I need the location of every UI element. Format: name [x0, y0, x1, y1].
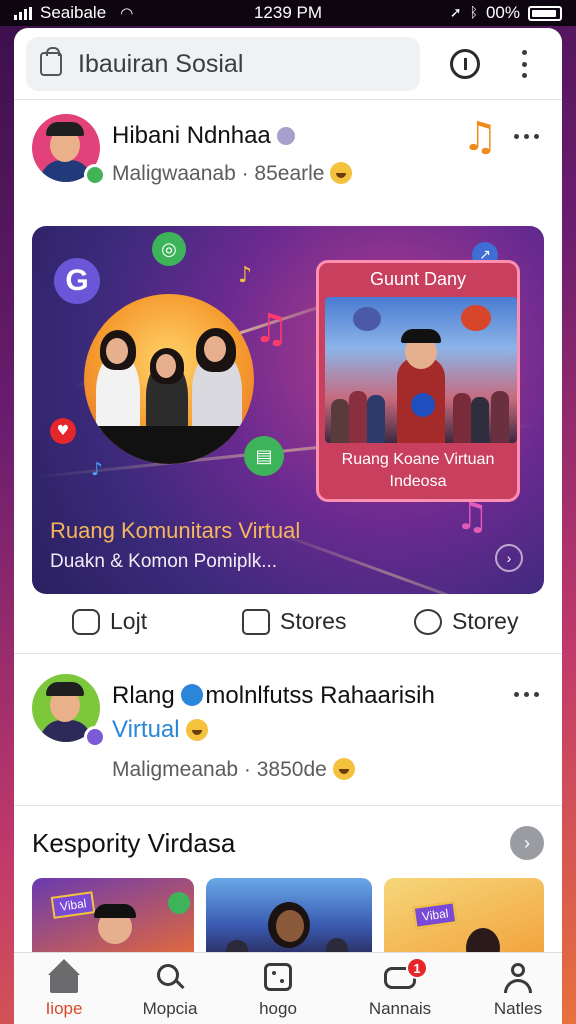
hero-title: Ruang Komunitars Virtual: [50, 518, 301, 543]
signal-icon: [14, 6, 32, 20]
music-note-icon[interactable]: ♫: [462, 114, 498, 160]
nav-profile[interactable]: Natles: [468, 959, 562, 1021]
online-badge-icon: [84, 164, 106, 186]
verified-icon: [276, 127, 295, 145]
notification-badge: 1: [406, 957, 428, 979]
chevron-right-icon[interactable]: ›: [495, 544, 523, 572]
wifi-icon: ◠: [120, 4, 134, 22]
battery-percent: 00%: [485, 3, 520, 22]
location-icon: ➚: [449, 5, 462, 21]
share-button[interactable]: Stores: [242, 608, 346, 635]
comment-button[interactable]: Storey: [414, 608, 518, 635]
globe-icon: ◎: [152, 232, 186, 266]
emoji-icon: [332, 758, 355, 780]
emoji-icon: [185, 719, 208, 741]
search-icon: [154, 963, 186, 993]
bluetooth-icon: ᛒ: [469, 5, 478, 21]
featured-card[interactable]: Guunt Dany Ruang Koane Virtuan Indeosa: [316, 260, 520, 502]
status-bar: Seaibale ◠ 1239 PM ➚ ᛒ 00%: [0, 0, 576, 26]
chat-icon: 1: [384, 957, 428, 993]
search-text: Ibauiran Sosial: [78, 49, 244, 78]
home-icon: [48, 959, 80, 993]
kebab-icon[interactable]: [517, 50, 531, 78]
info-icon[interactable]: [450, 49, 480, 79]
post-item: Rlang molnlfutss Rahaarisih Virtual Mali…: [14, 658, 562, 806]
more-icon[interactable]: [514, 692, 539, 697]
dice-icon: [262, 963, 294, 993]
post-actions: Lojt Stores Storey: [14, 600, 562, 654]
bag-icon: [40, 47, 62, 76]
like-icon: [72, 608, 100, 635]
section-title: Kespority Virdasa: [32, 828, 236, 858]
featured-card-title: Guunt Dany: [369, 269, 467, 289]
like-button[interactable]: Lojt: [72, 608, 147, 635]
heart-icon: ♥: [50, 418, 76, 444]
clock: 1239 PM: [253, 3, 323, 22]
nav-messages[interactable]: 1 Nannais: [350, 957, 450, 1021]
comment-icon: [414, 608, 442, 635]
post-header: Hibani Ndnhaa Maligwaanab · 85earle ♫: [14, 102, 562, 212]
carrier-label: Seaibale: [40, 3, 107, 22]
featured-card-photo: [325, 297, 517, 443]
top-bar: Ibauiran Sosial: [14, 28, 562, 100]
post-author[interactable]: Hibani Ndnhaa: [112, 122, 295, 150]
online-badge-icon: [84, 726, 106, 748]
community-card-label: Vibal: [50, 891, 96, 919]
mention-icon: [181, 684, 204, 706]
share-icon: [242, 608, 270, 635]
featured-card-caption: Ruang Koane Virtuan Indeosa: [341, 451, 495, 491]
post-author[interactable]: Rlang molnlfutss Rahaarisih: [112, 682, 435, 710]
nav-search[interactable]: Mopcia: [120, 959, 220, 1021]
g-logo-icon: G: [54, 258, 100, 304]
music-icon: ♪: [237, 262, 253, 288]
hero-subtitle: Duakn & Komon Pomiplk...: [50, 551, 278, 572]
battery-icon: [528, 5, 562, 21]
community-card[interactable]: [206, 878, 372, 958]
community-card-label: Vibal: [412, 901, 458, 929]
music-note-red-icon: ♫: [253, 306, 289, 352]
more-icon[interactable]: [514, 134, 539, 139]
app-screen: Ibauiran Sosial Hibani Ndnhaa Maligwaana…: [14, 28, 562, 1024]
community-card[interactable]: Vibal: [384, 878, 544, 958]
group-photo: [84, 294, 254, 464]
profile-icon: [502, 963, 534, 993]
bottom-navigation: Iiope Mopcia hogo 1 Nannais Natles: [14, 952, 562, 1024]
post-subtitle: Virtual: [112, 716, 208, 744]
community-card[interactable]: Vibal: [32, 878, 194, 958]
search-bar[interactable]: Ibauiran Sosial: [26, 37, 420, 91]
nav-games[interactable]: hogo: [228, 959, 328, 1021]
post-meta: Maligwaanab · 85earle: [112, 162, 353, 186]
emoji-icon: [330, 162, 353, 184]
post-meta: Maligmeanab · 3850de: [112, 758, 355, 782]
nav-home[interactable]: Iiope: [14, 959, 114, 1021]
chevron-right-icon[interactable]: ›: [510, 826, 544, 860]
hero-banner[interactable]: G ◎ ♪ ♫ ♥ ♪ ▤ ↗ ♫ Guunt Dany Ruang Koane…: [32, 226, 544, 594]
